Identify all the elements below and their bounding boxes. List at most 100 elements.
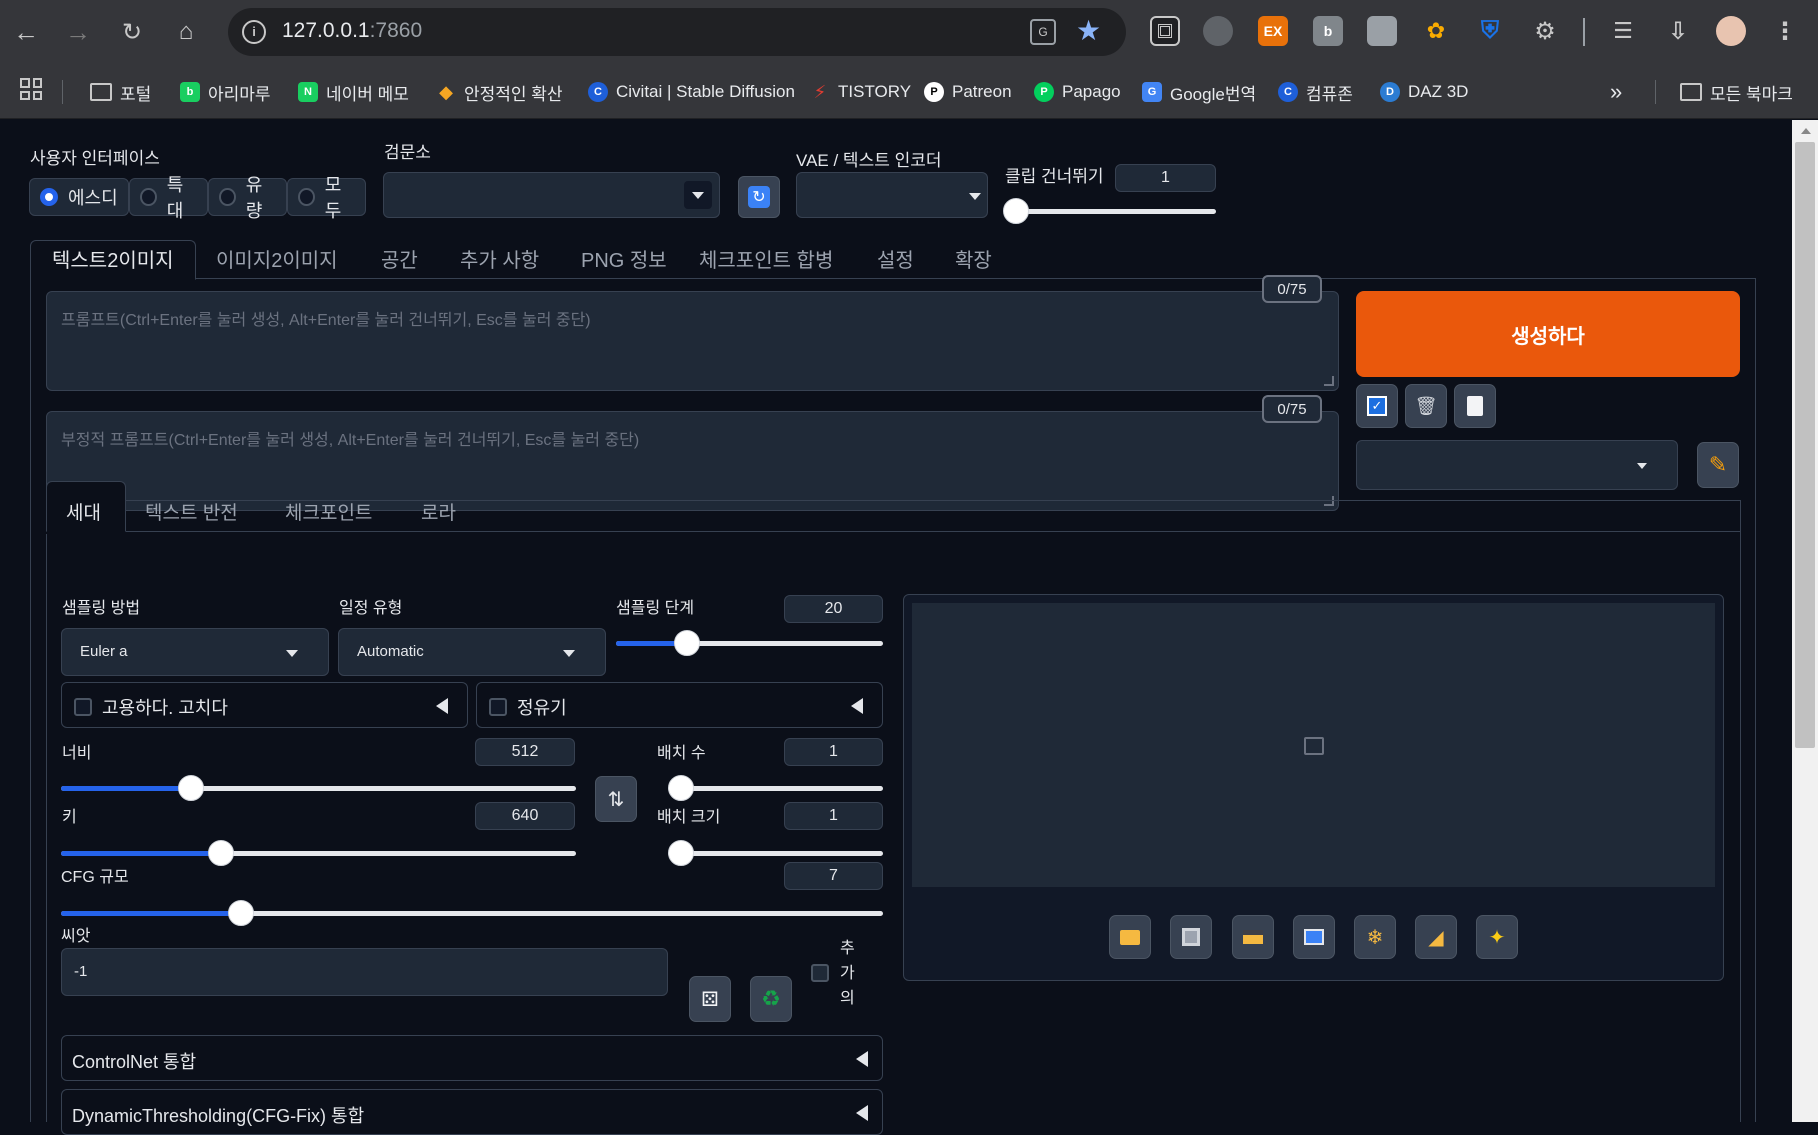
styles-dropdown[interactable] [1356, 440, 1678, 490]
edit-styles-button[interactable]: ✎ [1697, 442, 1739, 488]
hires-fix-checkbox[interactable] [74, 698, 92, 716]
image-extension-icon[interactable] [1367, 16, 1397, 46]
prompt-textarea[interactable]: 프롬프트(Ctrl+Enter를 눌러 생성, Alt+Enter를 눌러 건너… [46, 291, 1339, 391]
steps-input[interactable]: 20 [784, 595, 883, 623]
slider-handle[interactable] [668, 840, 694, 866]
cfg-input[interactable]: 7 [784, 862, 883, 890]
batch-size-input[interactable]: 1 [784, 802, 883, 830]
bookmarks-overflow-icon[interactable]: » [1610, 78, 1622, 106]
slider-handle[interactable] [228, 900, 255, 926]
tab-png-info[interactable]: PNG 정보 [581, 244, 667, 273]
tab-img2img[interactable]: 이미지2이미지 [216, 244, 338, 273]
seed-input[interactable]: -1 [61, 948, 668, 996]
reload-icon[interactable]: ↻ [114, 14, 150, 50]
slider-handle[interactable] [178, 775, 205, 801]
dynamic-thresholding-accordion[interactable]: DynamicThresholding(CFG-Fix) 통합 [61, 1089, 883, 1135]
bookmark-tistory[interactable]: ⚡ TISTORY [810, 78, 911, 106]
extra-seed-checkbox[interactable] [811, 964, 829, 982]
ui-option-flux[interactable]: 유량 [208, 175, 287, 221]
bookmark-portal[interactable]: 포털 [90, 78, 151, 106]
random-seed-button[interactable]: ⚄ [689, 976, 731, 1022]
resize-handle-icon[interactable] [1324, 376, 1334, 386]
height-input[interactable]: 640 [475, 802, 575, 830]
vae-dropdown[interactable] [796, 172, 988, 218]
ex-extension-icon[interactable]: EX [1258, 16, 1288, 46]
all-bookmarks[interactable]: 모든 북마크 [1680, 78, 1793, 106]
reuse-seed-button[interactable]: ♻ [750, 976, 792, 1022]
send-to-img2img-button[interactable] [1293, 915, 1335, 959]
sampler-dropdown[interactable]: Euler a [61, 628, 329, 676]
subtab-checkpoints[interactable]: 체크포인트 [285, 498, 372, 525]
refiner-accordion[interactable]: 정유기 [476, 682, 883, 728]
width-slider[interactable] [61, 775, 576, 801]
sparkle-button[interactable]: ✦ [1476, 915, 1518, 959]
cfg-slider[interactable] [61, 900, 883, 926]
bookmark-naver-memo[interactable]: N 네이버 메모 [298, 78, 409, 106]
slider-handle[interactable] [207, 840, 234, 866]
scroll-up-icon[interactable] [1801, 128, 1811, 134]
slider-handle[interactable] [1003, 198, 1029, 224]
home-icon[interactable]: ⌂ [168, 14, 204, 50]
clip-skip-input[interactable]: 1 [1115, 164, 1216, 192]
batch-size-slider[interactable] [668, 840, 883, 866]
url-text[interactable]: 127.0.0.1:7860 [282, 19, 422, 43]
bookmark-daz3d[interactable]: D DAZ 3D [1380, 78, 1468, 106]
media-queue-icon[interactable]: ☰ [1608, 16, 1638, 46]
menu-kebab-icon[interactable]: ⋮ [1770, 16, 1800, 46]
resize-handle-icon[interactable] [1324, 496, 1334, 506]
ui-option-sd[interactable]: 에스디 [29, 178, 129, 216]
schedule-dropdown[interactable]: Automatic [338, 628, 606, 676]
tab-settings[interactable]: 설정 [877, 244, 914, 273]
apps-grid-icon[interactable] [20, 78, 42, 100]
collapse-arrow-icon[interactable] [436, 698, 448, 714]
subtab-textual-inversion[interactable]: 텍스트 반전 [145, 498, 238, 525]
bookmark-compuzone[interactable]: C 컴퓨존 [1278, 78, 1353, 106]
checkpoint-dropdown[interactable] [383, 172, 720, 218]
batch-count-input[interactable]: 1 [784, 738, 883, 766]
steps-slider[interactable] [616, 630, 883, 656]
tab-extensions[interactable]: 확장 [955, 244, 992, 273]
slider-handle[interactable] [668, 775, 694, 801]
tab-spaces[interactable]: 공간 [381, 244, 418, 273]
bookmark-papago[interactable]: P Papago [1034, 78, 1121, 106]
bookmark-patreon[interactable]: P Patreon [924, 78, 1012, 106]
tab-txt2img[interactable]: 텍스트2이미지 [52, 244, 174, 273]
subtab-lora[interactable]: 로라 [421, 498, 456, 525]
width-input[interactable]: 512 [475, 738, 575, 766]
swap-dimensions-button[interactable]: ⇅ [595, 776, 637, 822]
shield-icon[interactable]: ⛨ [1475, 16, 1505, 46]
collapse-arrow-icon[interactable] [856, 1105, 868, 1121]
send-to-extras-button[interactable]: ◢ [1415, 915, 1457, 959]
qr-code-icon[interactable] [1150, 16, 1180, 46]
paste-button[interactable] [1454, 384, 1496, 428]
height-slider[interactable] [61, 840, 576, 866]
bookmark-arimaru[interactable]: b 아리마루 [180, 78, 271, 106]
site-info-icon[interactable]: i [242, 20, 266, 44]
bookmark-star-icon[interactable]: ★ [1076, 14, 1101, 47]
hires-fix-accordion[interactable]: 고용하다. 고치다 [61, 682, 468, 728]
translate-icon[interactable]: G [1030, 19, 1056, 45]
refiner-checkbox[interactable] [489, 698, 507, 716]
bookmark-stable-diffusion[interactable]: ◆ 안정적인 확산 [436, 78, 563, 106]
ui-option-xl[interactable]: 특대 [129, 175, 208, 221]
bee-icon[interactable]: ✿ [1421, 16, 1451, 46]
extension-circle-icon[interactable] [1203, 16, 1233, 46]
generate-button[interactable]: 생성하다 [1356, 291, 1740, 377]
scrollbar[interactable] [1792, 120, 1818, 1122]
clip-skip-slider[interactable] [1003, 198, 1216, 224]
extensions-puzzle-icon[interactable]: ⚙ [1530, 16, 1560, 46]
bookmark-civitai[interactable]: C Civitai | Stable Diffusion [588, 78, 795, 106]
trash-button[interactable]: 🗑 [1405, 384, 1447, 428]
bookmark-google-translate[interactable]: G Google번역 [1142, 78, 1256, 106]
scrollbar-thumb[interactable] [1795, 142, 1815, 748]
negative-prompt-textarea[interactable]: 부정적 프롬프트(Ctrl+Enter를 눌러 생성, Alt+Enter를 눌… [46, 411, 1339, 511]
refresh-checkpoint-button[interactable]: ↻ [738, 176, 780, 218]
save-button[interactable] [1170, 915, 1212, 959]
slider-handle[interactable] [673, 630, 700, 656]
ui-option-all[interactable]: 모두 [287, 175, 366, 221]
open-folder-button[interactable] [1109, 915, 1151, 959]
subtab-generation[interactable]: 세대 [66, 498, 101, 525]
zip-button[interactable] [1232, 915, 1274, 959]
collapse-arrow-icon[interactable] [851, 698, 863, 714]
address-bar[interactable]: i 127.0.0.1:7860 G ★ [228, 8, 1126, 56]
